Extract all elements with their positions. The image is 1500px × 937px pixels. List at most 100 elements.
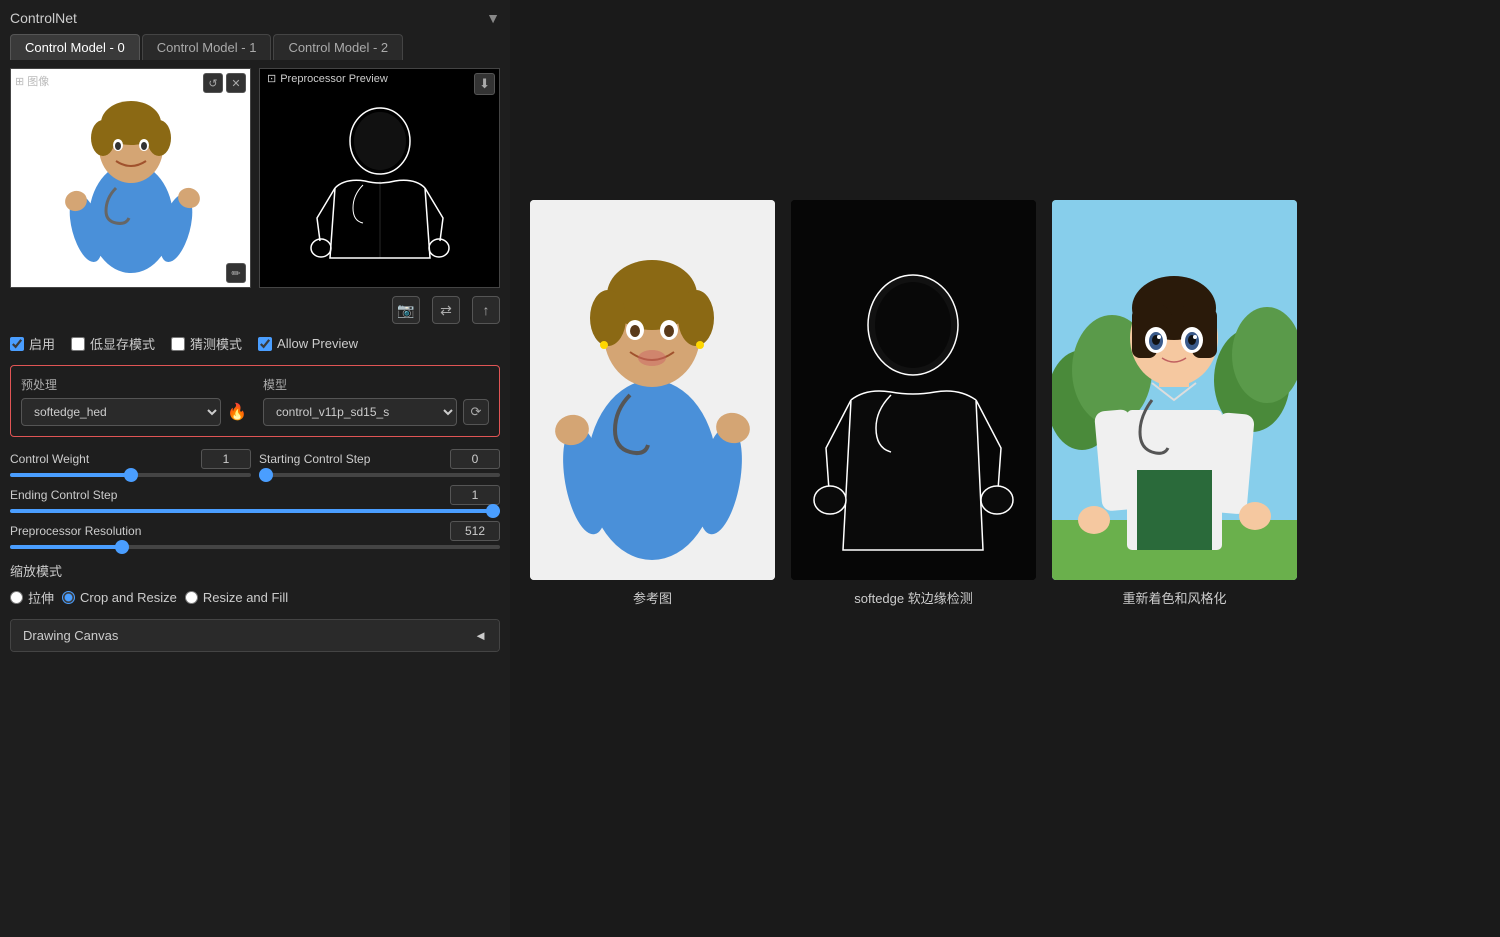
panel-collapse-icon[interactable]: ▼: [486, 10, 500, 26]
reset-image-button[interactable]: ↺: [203, 73, 223, 93]
ending-step-label: Ending Control Step: [10, 488, 140, 502]
close-image-button[interactable]: ✕: [226, 73, 246, 93]
ending-step-input[interactable]: [10, 509, 500, 513]
ending-step-slider-group: Ending Control Step 1: [10, 485, 500, 513]
zoom-stretch-label: 拉伸: [28, 588, 54, 607]
drawing-canvas-section: Drawing Canvas ◄: [10, 619, 500, 652]
preproc-res-value: 512: [450, 521, 500, 541]
model-section: 预处理 softedge_hed 🔥 模型 control_v11p_sd15_…: [10, 365, 500, 437]
download-preview-button[interactable]: ⬇: [474, 73, 495, 95]
source-image-content: [11, 69, 250, 287]
low-vram-checkbox[interactable]: [71, 337, 85, 351]
preview-image-box[interactable]: ⊡ Preprocessor Preview ⬇: [259, 68, 500, 288]
enable-checkbox[interactable]: [10, 337, 24, 351]
tab-model-2[interactable]: Control Model - 2: [273, 34, 403, 60]
ending-step-header: Ending Control Step 1: [10, 485, 500, 505]
model-row: 预处理 softedge_hed 🔥 模型 control_v11p_sd15_…: [21, 376, 489, 426]
zoom-crop-radio[interactable]: [62, 591, 75, 604]
refresh-model-button[interactable]: ⟳: [463, 399, 489, 425]
enable-checkbox-item[interactable]: 启用: [10, 334, 55, 353]
preprocessor-col: 预处理 softedge_hed 🔥: [21, 376, 247, 426]
starting-step-input[interactable]: [259, 473, 500, 477]
low-vram-checkbox-item[interactable]: 低显存模式: [71, 334, 155, 353]
control-weight-input[interactable]: [10, 473, 251, 477]
zoom-fill-item[interactable]: Resize and Fill: [185, 590, 288, 605]
control-weight-label: Control Weight: [10, 452, 140, 466]
gallery-img-1: [791, 200, 1036, 580]
gallery-item-2: 重新着色和风格化: [1052, 200, 1297, 607]
gallery-caption-1: softedge 软边缘检测: [854, 588, 973, 607]
allow-preview-checkbox-item[interactable]: Allow Preview: [258, 336, 358, 351]
gallery-caption-2: 重新着色和风格化: [1122, 588, 1226, 607]
allow-preview-label: Allow Preview: [277, 336, 358, 351]
preview-icon: ⊡: [267, 72, 276, 85]
ending-step-value: 1: [450, 485, 500, 505]
swap-button[interactable]: ⇄: [432, 296, 460, 324]
gallery-row: 参考图: [530, 200, 1480, 607]
zoom-crop-label: Crop and Resize: [80, 590, 177, 605]
gallery-anime-content: [1052, 200, 1297, 580]
preprocessor-select-row: softedge_hed 🔥: [21, 398, 247, 426]
gallery-caption-0: 参考图: [633, 588, 672, 607]
sketch-svg: [295, 73, 465, 283]
zoom-stretch-item[interactable]: 拉伸: [10, 588, 54, 607]
left-panel: ControlNet ▼ Control Model - 0 Control M…: [0, 0, 510, 937]
source-image-label: ⊞ 图像: [15, 73, 49, 89]
control-weight-slider-group: Control Weight 1: [10, 449, 251, 477]
starting-step-label: Starting Control Step: [259, 452, 389, 466]
source-image-controls: ↺ ✕: [203, 73, 246, 93]
edit-image-button[interactable]: ✏: [226, 263, 246, 283]
gallery-item-0: 参考图: [530, 200, 775, 607]
sliders-section: Control Weight 1 Starting Control Step 0…: [10, 449, 500, 549]
zoom-stretch-radio[interactable]: [10, 591, 23, 604]
drawing-canvas-title: Drawing Canvas: [23, 628, 118, 643]
zoom-fill-radio[interactable]: [185, 591, 198, 604]
gallery-sketch-svg: [791, 200, 1036, 580]
zoom-crop-item[interactable]: Crop and Resize: [62, 590, 177, 605]
right-panel: 参考图: [510, 0, 1500, 937]
model-tabs: Control Model - 0 Control Model - 1 Cont…: [10, 34, 500, 60]
gallery-sketch-content: [791, 200, 1036, 580]
tab-model-1[interactable]: Control Model - 1: [142, 34, 272, 60]
guess-mode-checkbox-item[interactable]: 猜测模式: [171, 334, 242, 353]
camera-button[interactable]: 📷: [392, 296, 420, 324]
model-col: 模型 control_v11p_sd15_s ⟳: [263, 376, 489, 426]
gallery-img-2: [1052, 200, 1297, 580]
panel-title: ControlNet: [10, 10, 77, 26]
grid-icon: ⊞: [15, 75, 24, 88]
drawing-canvas-header[interactable]: Drawing Canvas ◄: [11, 620, 499, 651]
tab-model-0[interactable]: Control Model - 0: [10, 34, 140, 60]
action-row: 📷 ⇄ ↑: [10, 296, 500, 324]
model-select[interactable]: control_v11p_sd15_s: [263, 398, 457, 426]
gallery-item-1: softedge 软边缘检测: [791, 200, 1036, 607]
gallery-photo-content: [530, 200, 775, 580]
allow-preview-checkbox[interactable]: [258, 337, 272, 351]
zoom-fill-label: Resize and Fill: [203, 590, 288, 605]
model-select-row: control_v11p_sd15_s ⟳: [263, 398, 489, 426]
zoom-mode-label: 缩放模式: [10, 561, 500, 580]
preview-image-content: [260, 69, 499, 287]
gallery-anime-svg: [1052, 200, 1297, 580]
image-row: ⊞ 图像 ↺ ✕: [10, 68, 500, 288]
guess-mode-label: 猜测模式: [190, 334, 242, 353]
control-weight-header: Control Weight 1: [10, 449, 251, 469]
model-col-label: 模型: [263, 376, 489, 393]
guess-mode-checkbox[interactable]: [171, 337, 185, 351]
enable-label: 启用: [29, 334, 55, 353]
upload-button[interactable]: ↑: [472, 296, 500, 324]
preproc-res-header: Preprocessor Resolution 512: [10, 521, 500, 541]
control-weight-value: 1: [201, 449, 251, 469]
checkbox-row: 启用 低显存模式 猜测模式 Allow Preview: [10, 334, 500, 353]
fire-icon: 🔥: [227, 402, 247, 422]
low-vram-label: 低显存模式: [90, 334, 155, 353]
two-col-sliders: Control Weight 1 Starting Control Step 0: [10, 449, 500, 477]
panel-header: ControlNet ▼: [10, 10, 500, 26]
preview-label: ⊡ Preprocessor Preview: [260, 69, 395, 88]
gallery-nurse-svg: [530, 200, 775, 580]
gallery-img-0: [530, 200, 775, 580]
source-image-box[interactable]: ⊞ 图像 ↺ ✕: [10, 68, 251, 288]
zoom-mode-options: 拉伸 Crop and Resize Resize and Fill: [10, 588, 500, 607]
preprocessor-select[interactable]: softedge_hed: [21, 398, 221, 426]
preproc-res-input[interactable]: [10, 545, 500, 549]
starting-step-header: Starting Control Step 0: [259, 449, 500, 469]
